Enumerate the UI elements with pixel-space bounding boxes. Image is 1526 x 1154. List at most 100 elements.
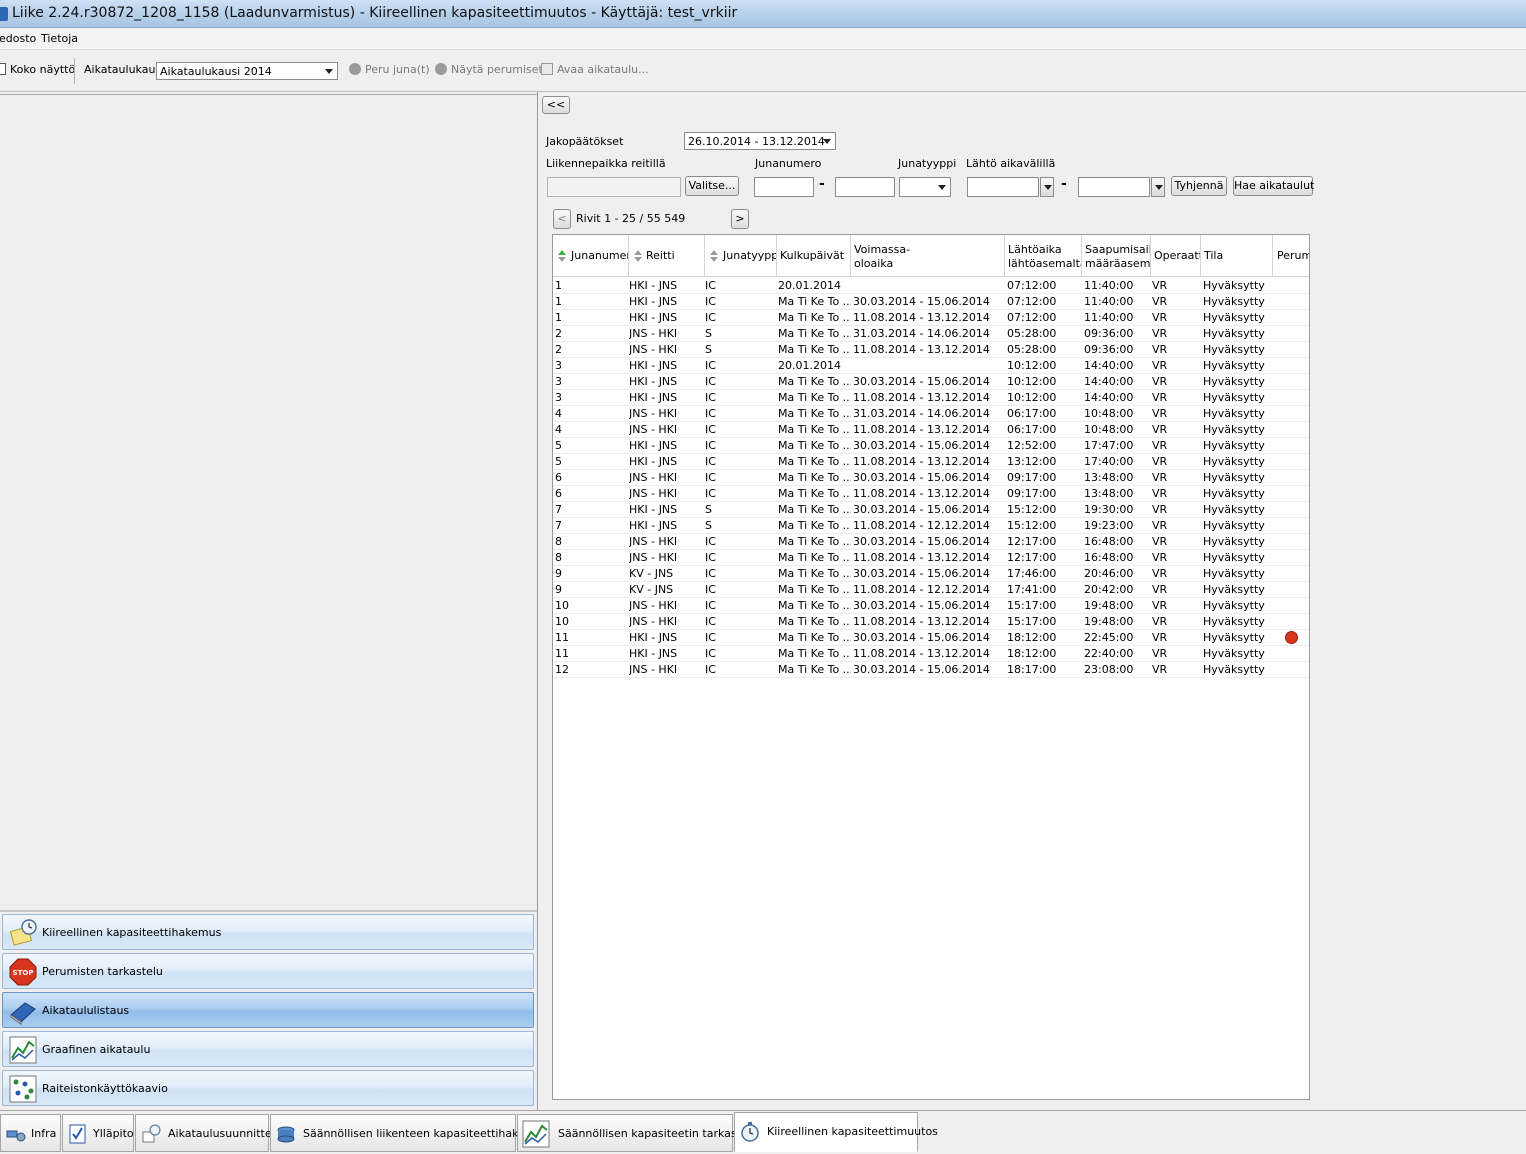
chevron-down-icon — [823, 139, 831, 144]
table-row[interactable]: 3 HKI - JNS IC Ma Ti Ke To ... 11.08.2014 - … — [553, 390, 1309, 406]
cell-validity: 30.03.2014 - 15.06.2014 — [853, 471, 990, 484]
cell-running-days: 20.01.2014 — [778, 279, 841, 292]
season-select[interactable]: Aikataulukausi 2014 — [156, 62, 338, 80]
nav-track-usage-chart[interactable]: Raiteistonkäyttökaavio — [2, 1070, 534, 1106]
decisions-select[interactable]: 26.10.2014 - 13.12.2014 — [684, 132, 836, 150]
col-train-type[interactable]: Junatyyppi — [705, 235, 777, 277]
table-row[interactable]: 7 HKI - JNS S Ma Ti Ke To ... 11.08.2014 - 1… — [553, 518, 1309, 534]
open-timetable-button[interactable]: Avaa aikataulu... — [541, 63, 649, 76]
col-departure[interactable]: Lähtöaika lähtöasemalta — [1005, 235, 1082, 277]
menu-info[interactable]: Tietoja — [41, 32, 78, 45]
cell-train-number: 3 — [555, 375, 562, 388]
tab-regular-capacity-request[interactable]: Säännöllisen liikenteen kapasiteettihake… — [270, 1114, 548, 1152]
table-row[interactable]: 6 JNS - HKI IC Ma Ti Ke To ... 11.08.2014 - … — [553, 486, 1309, 502]
divider — [0, 910, 537, 912]
cell-validity: 11.08.2014 - 13.12.2014 — [853, 487, 990, 500]
table-row[interactable]: 1 HKI - JNS IC 20.01.2014 07:12:00 11:40:00 VR… — [553, 278, 1309, 294]
departure-to-input[interactable] — [1078, 177, 1150, 197]
pager-prev-button[interactable]: < — [553, 209, 571, 229]
table-row[interactable]: 3 HKI - JNS IC 20.01.2014 10:12:00 14:40:00 VR… — [553, 358, 1309, 374]
table-row[interactable]: 10 JNS - HKI IC Ma Ti Ke To ... 11.08.2014 -… — [553, 614, 1309, 630]
cell-status: Hyväksytty — [1203, 647, 1265, 660]
show-cancellations-label: Näytä perumiset — [451, 63, 543, 76]
cell-arrival: 20:46:00 — [1084, 567, 1134, 580]
table-row[interactable]: 2 JNS - HKI S Ma Ti Ke To ... 11.08.2014 - 1… — [553, 342, 1309, 358]
table-row[interactable]: 5 HKI - JNS IC Ma Ti Ke To ... 11.08.2014 - … — [553, 454, 1309, 470]
cell-departure: 07:12:00 — [1007, 279, 1057, 292]
col-route[interactable]: Reitti — [629, 235, 705, 277]
col-arrival[interactable]: Saapumisaikamääräasemal — [1082, 235, 1151, 277]
cell-route: JNS - HKI — [629, 487, 678, 500]
cell-train-type: IC — [705, 471, 716, 484]
table-row[interactable]: 11 HKI - JNS IC Ma Ti Ke To ... 30.03.2014 -… — [553, 630, 1309, 646]
table-row[interactable]: 2 JNS - HKI S Ma Ti Ke To ... 31.03.2014 - 1… — [553, 326, 1309, 342]
tab-maintenance[interactable]: Ylläpito — [62, 1114, 134, 1152]
clear-button[interactable]: Tyhjennä — [1171, 176, 1227, 196]
train-number-to-input[interactable] — [835, 177, 895, 197]
cell-status: Hyväksytty — [1203, 471, 1265, 484]
cell-train-type: IC — [705, 631, 716, 644]
cell-operator: VR — [1152, 567, 1168, 580]
cell-train-number: 8 — [555, 551, 562, 564]
pager-next-button[interactable]: > — [731, 209, 749, 229]
train-type-select[interactable] — [899, 177, 951, 197]
departure-from-input[interactable] — [967, 177, 1039, 197]
cell-departure: 13:12:00 — [1007, 455, 1057, 468]
departure-range-label: Lähtö aikavälillä — [966, 157, 1056, 170]
table-row[interactable]: 11 HKI - JNS IC Ma Ti Ke To ... 11.08.2014 -… — [553, 646, 1309, 662]
table-row[interactable]: 8 JNS - HKI IC Ma Ti Ke To ... 30.03.2014 - … — [553, 534, 1309, 550]
nav-label: Graafinen aikataulu — [42, 1043, 151, 1056]
departure-to-dropdown[interactable] — [1151, 177, 1165, 197]
location-input[interactable] — [547, 177, 681, 197]
cell-train-number: 2 — [555, 343, 562, 356]
collapse-button[interactable]: << — [542, 96, 570, 114]
nav-timetable-listing[interactable]: Aikataululistaus — [2, 992, 534, 1028]
departure-from-dropdown[interactable] — [1040, 177, 1054, 197]
table-row[interactable]: 8 JNS - HKI IC Ma Ti Ke To ... 11.08.2014 - … — [553, 550, 1309, 566]
table-row[interactable]: 3 HKI - JNS IC Ma Ti Ke To ... 30.03.2014 - … — [553, 374, 1309, 390]
cell-train-number: 4 — [555, 407, 562, 420]
nav-urgent-capacity-request[interactable]: Kiireellinen kapasiteettihakemus — [2, 914, 534, 950]
table-row[interactable]: 4 JNS - HKI IC Ma Ti Ke To ... 31.03.2014 - … — [553, 406, 1309, 422]
col-status[interactable]: Tila — [1201, 235, 1273, 277]
app-icon — [0, 7, 8, 21]
table-row[interactable]: 1 HKI - JNS IC Ma Ti Ke To ... 30.03.2014 - … — [553, 294, 1309, 310]
table-row[interactable]: 12 JNS - HKI IC Ma Ti Ke To ... 30.03.2014 -… — [553, 662, 1309, 678]
tab-timetable-planning[interactable]: Aikataulusuunnittelu — [135, 1114, 282, 1152]
table-row[interactable]: 9 KV - JNS IC Ma Ti Ke To ... 11.08.2014 - 1… — [553, 582, 1309, 598]
window-titlebar: Liike 2.24.r30872_1208_1158 (Laadunvarmi… — [0, 0, 1526, 28]
stopwatch-icon — [741, 1122, 759, 1142]
nav-cancellation-review[interactable]: STOP Perumisten tarkastelu — [2, 953, 534, 989]
fullscreen-button[interactable]: Koko näyttö — [0, 63, 75, 76]
cell-operator: VR — [1152, 327, 1168, 340]
col-operator[interactable]: Operaatto — [1151, 235, 1201, 277]
train-number-from-input[interactable] — [754, 177, 814, 197]
table-row[interactable]: 9 KV - JNS IC Ma Ti Ke To ... 30.03.2014 - 1… — [553, 566, 1309, 582]
col-cancelled[interactable]: Perum — [1273, 235, 1309, 277]
table-body: 1 HKI - JNS IC 20.01.2014 07:12:00 11:40:00 VR… — [553, 278, 1309, 678]
nav-label: Perumisten tarkastelu — [42, 965, 163, 978]
col-running-days[interactable]: Kulkupäivät — [777, 235, 851, 277]
cancel-train-button[interactable]: Peru juna(t) — [349, 63, 430, 76]
table-row[interactable]: 7 HKI - JNS S Ma Ti Ke To ... 30.03.2014 - 1… — [553, 502, 1309, 518]
cell-operator: VR — [1152, 279, 1168, 292]
col-validity[interactable]: Voimassa-oloaika — [851, 235, 1005, 277]
search-timetables-button[interactable]: Hae aikataulut — [1233, 176, 1314, 196]
table-row[interactable]: 1 HKI - JNS IC Ma Ti Ke To ... 11.08.2014 - … — [553, 310, 1309, 326]
col-train-number[interactable]: Junanumero — [553, 235, 629, 277]
table-row[interactable]: 6 JNS - HKI IC Ma Ti Ke To ... 30.03.2014 - … — [553, 470, 1309, 486]
table-row[interactable]: 5 HKI - JNS IC Ma Ti Ke To ... 30.03.2014 - … — [553, 438, 1309, 454]
tab-urgent-capacity-change[interactable]: Kiireellinen kapasiteettimuutos — [734, 1112, 938, 1152]
table-row[interactable]: 4 JNS - HKI IC Ma Ti Ke To ... 11.08.2014 - … — [553, 422, 1309, 438]
tab-regular-capacity-review[interactable]: Säännöllisen kapasiteetin tarkastelu — [517, 1114, 758, 1152]
nav-graphical-timetable[interactable]: Graafinen aikataulu — [2, 1031, 534, 1067]
table-row[interactable]: 10 JNS - HKI IC Ma Ti Ke To ... 30.03.2014 -… — [553, 598, 1309, 614]
tab-infra[interactable]: Infra — [0, 1114, 61, 1152]
cell-running-days: Ma Ti Ke To ... — [778, 567, 851, 580]
choose-location-button[interactable]: Valitse... — [685, 176, 739, 196]
cell-departure: 18:17:00 — [1007, 663, 1057, 676]
book-icon — [10, 1002, 36, 1025]
menu-file[interactable]: edosto — [0, 32, 36, 45]
cell-departure: 15:17:00 — [1007, 599, 1057, 612]
show-cancellations-button[interactable]: Näytä perumiset — [435, 63, 543, 76]
